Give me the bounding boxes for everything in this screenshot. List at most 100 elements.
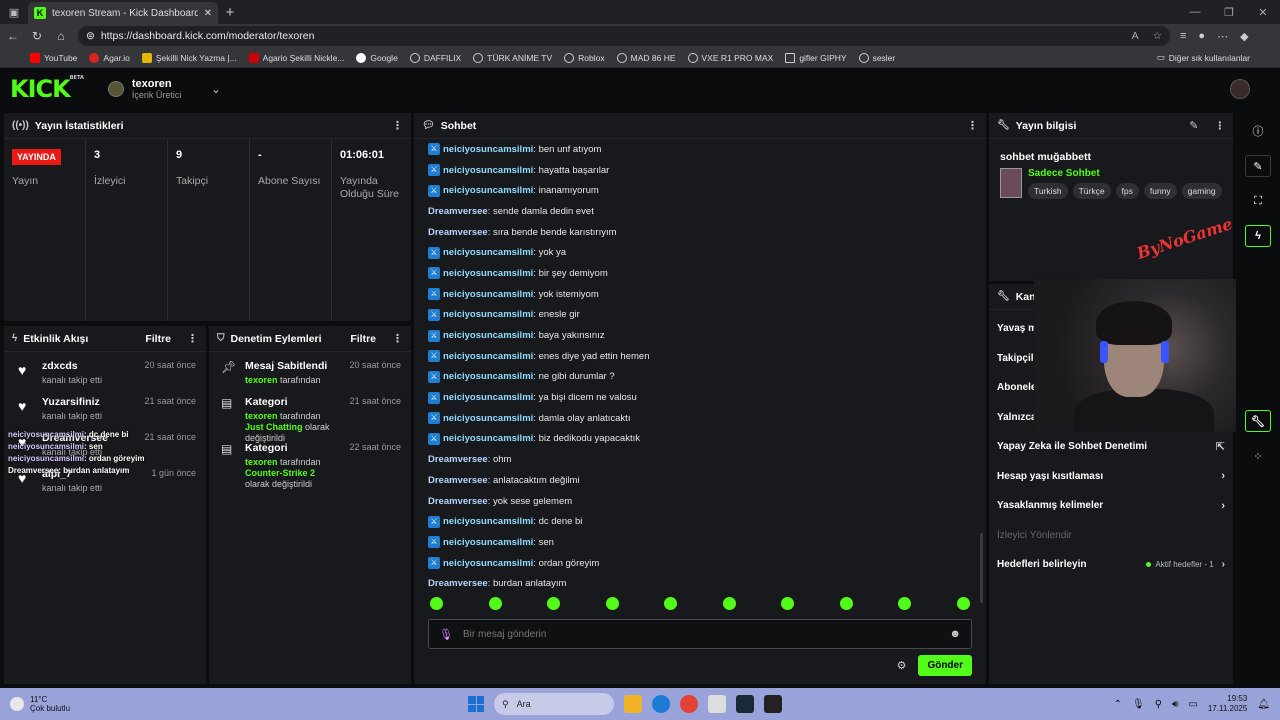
chat-username[interactable]: neiciyosuncamsilmi <box>443 413 533 424</box>
other-bookmarks[interactable]: ▭ Diğer sık kullanılanlar <box>1157 52 1250 63</box>
stream-category[interactable]: Sadece Sohbet <box>1028 168 1222 179</box>
chat-message[interactable]: ⚔ neiciyosuncamsilmi: sen <box>414 532 986 553</box>
chat-message[interactable]: ⚔ neiciyosuncamsilmi: damla olay anlatıca… <box>414 408 986 429</box>
chat-message[interactable]: ⚔ neiciyosuncamsilmi: ordan göreyim <box>414 553 986 574</box>
weather-widget[interactable]: 11°C Çok bulutlu <box>10 695 70 713</box>
chat-username[interactable]: neiciyosuncamsilmi <box>443 309 533 320</box>
emote-icon[interactable] <box>488 597 502 610</box>
chat-username[interactable]: neiciyosuncamsilmi <box>443 185 533 196</box>
mod-category[interactable]: Counter-Strike 2 <box>245 468 315 478</box>
chat-message[interactable]: Dreamversee: sıra bende bende karıstırıy… <box>414 222 986 243</box>
new-tab-button[interactable]: + <box>218 4 242 21</box>
battery-icon[interactable]: ▭ <box>1188 699 1197 710</box>
bookmark-roblox[interactable]: Roblox <box>564 52 605 63</box>
favorite-star-icon[interactable]: ☆ <box>1153 30 1162 42</box>
more-icon[interactable]: ⋮ <box>967 119 978 132</box>
chat-message[interactable]: ⚔ neiciyosuncamsilmi: ya bişi dicem ne va… <box>414 387 986 408</box>
chat-username[interactable]: neiciyosuncamsilmi <box>443 289 533 300</box>
site-info-icon[interactable]: ⊜ <box>86 30 95 42</box>
chat-username[interactable]: neiciyosuncamsilmi <box>443 433 533 444</box>
edge-icon[interactable] <box>652 695 670 713</box>
info-icon[interactable]: ⓘ <box>1245 120 1271 142</box>
chat-username[interactable]: Dreamversee <box>428 206 488 217</box>
channel-switcher[interactable]: texoren İçerik Üretici ⌄ <box>107 78 221 100</box>
bookmark-google[interactable]: Google <box>356 52 398 63</box>
bookmark-vxe[interactable]: VXE R1 PRO MAX <box>687 52 773 63</box>
chat-username[interactable]: Dreamversee <box>428 496 488 507</box>
chat-message[interactable]: ⚔ neiciyosuncamsilmi: enesle gir <box>414 305 986 326</box>
minimize-icon[interactable]: — <box>1178 6 1212 19</box>
close-tab-icon[interactable]: ✕ <box>204 8 212 19</box>
windows-start-icon[interactable] <box>468 696 484 712</box>
bookmark-daffilix[interactable]: DAFFILIX <box>409 52 461 63</box>
wifi-icon[interactable]: ⚲ <box>1155 699 1162 710</box>
volume-icon[interactable]: 🔊︎ <box>1172 699 1178 710</box>
emoji-picker-icon[interactable]: ☻ <box>949 628 961 640</box>
more-icon[interactable]: ⋮ <box>392 332 403 345</box>
edit-pencil-icon[interactable]: ✎ <box>1189 119 1198 132</box>
chat-message[interactable]: ⚔ neiciyosuncamsilmi: ne gibi durumlar ? <box>414 367 986 388</box>
back-icon[interactable]: ← <box>6 29 20 43</box>
filter-button[interactable]: Filtre <box>350 333 376 345</box>
window-menu-icon[interactable]: ▣ <box>0 0 28 24</box>
bookmark-youtube[interactable]: YouTube <box>30 52 77 63</box>
restore-icon[interactable]: ❐ <box>1212 6 1246 19</box>
filter-button[interactable]: Filtre <box>145 333 171 345</box>
activity-user[interactable]: Yuzarsifiniz <box>42 396 134 408</box>
more-icon[interactable]: ⋮ <box>1215 120 1226 132</box>
favorites-icon[interactable]: ≡ <box>1180 30 1186 43</box>
emote-icon[interactable] <box>547 597 561 610</box>
chat-username[interactable]: Dreamversee <box>428 227 488 238</box>
chat-message[interactable]: Dreamversee: sende damla dedin evet <box>414 201 986 222</box>
chat-message[interactable]: ⚔ neiciyosuncamsilmi: inanamıyorum <box>414 180 986 201</box>
mod-user[interactable]: texoren <box>245 375 278 385</box>
chat-username[interactable]: neiciyosuncamsilmi <box>443 165 533 176</box>
more-icon[interactable]: ⋮ <box>187 332 198 345</box>
chat-username[interactable]: neiciyosuncamsilmi <box>443 268 533 279</box>
drops-icon[interactable]: ⁘ <box>1245 445 1271 467</box>
bookmark-sekilli-nick[interactable]: Şekilli Nick Yazma |... <box>141 52 237 63</box>
banned-words-setting[interactable]: Yasaklanmış kelimeler › <box>989 491 1233 521</box>
chat-message[interactable]: Dreamversee: burdan anlatayım <box>414 573 986 594</box>
chat-username[interactable]: neiciyosuncamsilmi <box>443 351 533 362</box>
read-aloud-icon[interactable]: A <box>1132 30 1139 42</box>
chat-username[interactable]: neiciyosuncamsilmi <box>443 558 533 569</box>
emote-icon[interactable] <box>605 597 619 610</box>
taskbar-search[interactable]: ⚲ Ara <box>494 693 614 715</box>
emote-icon[interactable] <box>722 597 736 610</box>
emote-icon[interactable] <box>898 597 912 610</box>
chat-username[interactable]: neiciyosuncamsilmi <box>443 371 533 382</box>
chat-username[interactable]: neiciyosuncamsilmi <box>443 330 533 341</box>
chat-message[interactable]: Dreamversee: yok sese gelemem <box>414 491 986 512</box>
chrome-icon[interactable] <box>680 695 698 713</box>
chat-message[interactable]: ⚔ neiciyosuncamsilmi: biz dedikodu yapaca… <box>414 429 986 450</box>
more-menu-icon[interactable]: ⋯ <box>1217 30 1228 43</box>
mod-category[interactable]: Just Chatting <box>245 422 303 432</box>
chat-message[interactable]: ⚔ neiciyosuncamsilmi: bir şey demiyom <box>414 263 986 284</box>
chat-message[interactable]: ⚔ neiciyosuncamsilmi: yok istemiyom <box>414 284 986 305</box>
emote-icon[interactable] <box>664 597 678 610</box>
chat-message[interactable]: ⚔ neiciyosuncamsilmi: ben unf atıyom <box>414 139 986 160</box>
bookmark-gifler[interactable]: gifler GIPHY <box>785 52 847 63</box>
chat-username[interactable]: Dreamversee <box>428 578 488 589</box>
bookmark-turk-anime[interactable]: TÜRK ANİME TV <box>473 52 552 63</box>
fullscreen-icon[interactable]: ⛶ <box>1245 190 1271 212</box>
lightning-icon[interactable]: ϟ <box>1245 225 1271 247</box>
account-age-setting[interactable]: Hesap yaşı kısıtlaması › <box>989 462 1233 492</box>
bookmark-agario[interactable]: Agar.io <box>89 52 130 63</box>
chat-username[interactable]: neiciyosuncamsilmi <box>443 392 533 403</box>
chat-message[interactable]: Dreamversee: anlatacaktım değilmi <box>414 470 986 491</box>
mic-tray-icon[interactable]: 🎙︎ <box>1132 699 1145 710</box>
bookmark-sesler[interactable]: sesler <box>858 52 895 63</box>
epic-games-icon[interactable] <box>764 695 782 713</box>
chat-username[interactable]: Dreamversee <box>428 475 488 486</box>
more-icon[interactable]: ⋮ <box>392 119 403 132</box>
set-targets-setting[interactable]: Hedefleri belirleyin Aktif hedefler - 1 › <box>989 550 1233 580</box>
mod-user[interactable]: texoren <box>245 457 278 467</box>
refresh-icon[interactable]: ↻ <box>30 29 44 43</box>
copilot-icon[interactable]: ◆ <box>1240 30 1248 43</box>
emote-icon[interactable] <box>430 597 443 610</box>
bookmark-mad86[interactable]: MAD 86 HE <box>616 52 676 63</box>
chat-message[interactable]: ⚔ neiciyosuncamsilmi: yok ya <box>414 242 986 263</box>
home-icon[interactable]: ⌂ <box>54 29 68 43</box>
